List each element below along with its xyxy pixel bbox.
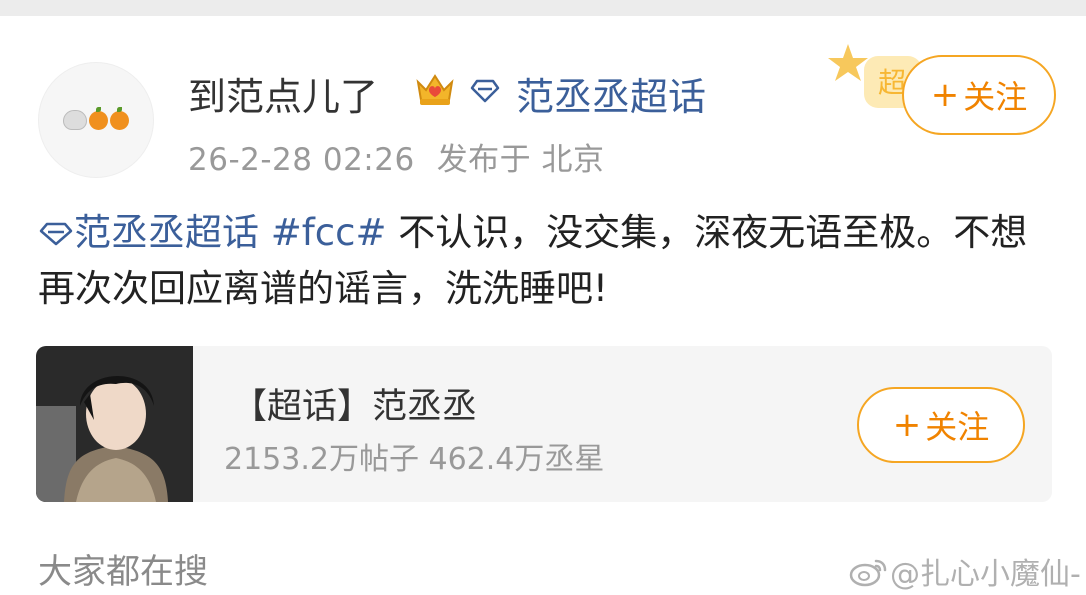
watermark-text: @扎心小魔仙- <box>890 557 1081 592</box>
rice-bowl-icon <box>63 110 87 130</box>
topic-link[interactable]: 范丞丞超话 <box>74 211 259 254</box>
follow-label: 关注 <box>925 408 990 446</box>
plus-icon: + <box>930 75 960 115</box>
follow-label: 关注 <box>963 78 1028 116</box>
diamond-icon <box>39 222 73 246</box>
watermark: @扎心小魔仙- <box>848 549 1081 593</box>
post-meta: 26-2-28 02:26 发布于 北京 <box>188 134 605 179</box>
post-timestamp: 26-2-28 02:26 <box>188 142 415 178</box>
follow-user-button[interactable]: + 关注 <box>902 55 1056 135</box>
hashtag-link[interactable]: #fcc# <box>271 211 387 254</box>
weibo-logo-icon <box>849 559 887 587</box>
supertopic-title: 【超话】范丞丞 <box>232 387 478 427</box>
supertopic-link[interactable]: 范丞丞超话 <box>516 66 706 121</box>
username[interactable]: 到范点儿了 <box>188 66 378 121</box>
user-avatar[interactable] <box>38 62 154 178</box>
crown-icon <box>416 74 454 105</box>
plus-icon: + <box>892 405 922 445</box>
supertopic-cover-image <box>36 346 193 502</box>
orange-icon <box>89 106 108 130</box>
diamond-icon <box>470 79 500 103</box>
orange-icon <box>110 106 129 130</box>
post-location: 发布于 北京 <box>436 142 605 178</box>
supertopic-stats: 2153.2万帖子 462.4万丞星 <box>224 442 605 477</box>
post-text: 范丞丞超话 #fcc# 不认识，没交集，深夜无语至极。不想再次次回应离谱的谣言，… <box>38 205 1048 317</box>
follow-supertopic-button[interactable]: + 关注 <box>857 387 1025 463</box>
top-bar <box>0 0 1086 16</box>
trending-search-heading: 大家都在搜 <box>38 552 208 592</box>
